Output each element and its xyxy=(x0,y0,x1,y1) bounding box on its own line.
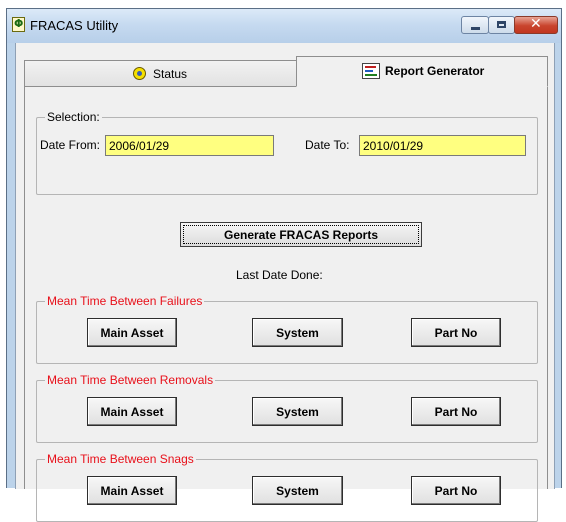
mtbr-system-button[interactable]: System xyxy=(252,397,343,426)
mtbs-group: Mean Time Between Snags Main Asset Syste… xyxy=(36,452,538,522)
mtbs-main-asset-button[interactable]: Main Asset xyxy=(87,476,177,505)
date-to-field[interactable] xyxy=(359,135,526,156)
tab-status-label: Status xyxy=(153,67,188,81)
date-from-field[interactable] xyxy=(105,135,274,156)
selection-legend: Selection: xyxy=(45,110,102,124)
close-icon: ✕ xyxy=(530,16,542,32)
window-title: FRACAS Utility xyxy=(30,18,119,33)
mtbr-group: Mean Time Between Removals Main Asset Sy… xyxy=(36,373,538,443)
mtbr-main-asset-button[interactable]: Main Asset xyxy=(87,397,177,426)
mtbs-legend: Mean Time Between Snags xyxy=(45,452,196,466)
fracas-window: Φ FRACAS Utility ✕ Status Report Generat… xyxy=(6,8,562,522)
report-icon xyxy=(362,63,380,79)
mtbf-legend: Mean Time Between Failures xyxy=(45,294,205,308)
minimize-button[interactable] xyxy=(461,16,489,34)
status-icon xyxy=(132,66,148,82)
tab-status[interactable]: Status xyxy=(24,60,297,86)
report-generator-panel: Selection: Date From: Date To: Generate … xyxy=(24,86,548,522)
date-to-label: Date To: xyxy=(305,138,350,152)
close-button[interactable]: ✕ xyxy=(514,16,558,34)
maximize-button[interactable] xyxy=(488,16,515,34)
last-date-done-label: Last Date Done: xyxy=(236,268,323,282)
maximize-icon xyxy=(497,21,506,28)
tab-report-generator-label: Report Generator xyxy=(385,64,485,78)
selection-group: Selection: Date From: Date To: xyxy=(36,110,538,195)
app-icon[interactable]: Φ xyxy=(12,17,25,32)
mtbs-part-no-button[interactable]: Part No xyxy=(411,476,501,505)
mtbr-part-no-button[interactable]: Part No xyxy=(411,397,501,426)
mtbf-part-no-button[interactable]: Part No xyxy=(411,318,501,347)
mtbr-legend: Mean Time Between Removals xyxy=(45,373,216,387)
mtbs-system-button[interactable]: System xyxy=(252,476,343,505)
title-bar[interactable]: Φ FRACAS Utility ✕ xyxy=(7,9,561,43)
mtbf-system-button[interactable]: System xyxy=(252,318,343,347)
generate-reports-button[interactable]: Generate FRACAS Reports xyxy=(180,222,422,247)
client-area: Status Report Generator Selection: Date … xyxy=(15,43,555,522)
desktop-background xyxy=(0,0,566,8)
mtbf-group: Mean Time Between Failures Main Asset Sy… xyxy=(36,294,538,364)
mtbf-main-asset-button[interactable]: Main Asset xyxy=(87,318,177,347)
minimize-icon xyxy=(471,27,480,30)
date-from-label: Date From: xyxy=(40,138,101,152)
tab-report-generator[interactable]: Report Generator xyxy=(296,56,548,87)
